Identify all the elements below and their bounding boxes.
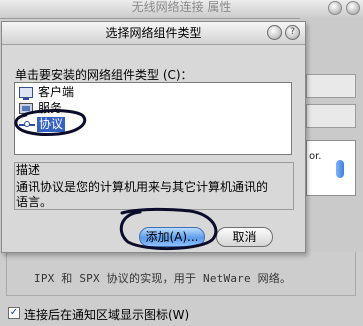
description-line: 语言。 bbox=[16, 195, 53, 209]
list-item-client[interactable]: 客户端 bbox=[19, 85, 76, 100]
description-line: 通讯协议是您的计算机用来与其它计算机通讯的 bbox=[16, 180, 269, 194]
component-type-list[interactable]: 客户端 服务 协议 bbox=[14, 82, 292, 155]
list-item-service[interactable]: 服务 bbox=[19, 101, 64, 116]
service-icon bbox=[19, 103, 33, 114]
select-component-type-dialog: 选择网络组件类型 ? 单击要安装的网络组件类型 (C)： 客户端 服务 协议 描… bbox=[1, 21, 306, 253]
description-label: 描述 bbox=[16, 163, 41, 177]
background-help-icon[interactable] bbox=[346, 1, 360, 15]
dialog-help-icon[interactable]: ? bbox=[285, 25, 300, 40]
list-item-label: 协议 bbox=[37, 117, 66, 132]
dialog-close-icon[interactable] bbox=[267, 25, 282, 40]
background-list-fragment: or. bbox=[309, 151, 322, 162]
background-scrollbar-thumb[interactable] bbox=[336, 160, 344, 178]
component-type-prompt: 单击要安装的网络组件类型 (C)： bbox=[15, 68, 193, 82]
list-item-label: 服务 bbox=[38, 101, 63, 115]
list-item-label: 客户端 bbox=[38, 85, 75, 99]
description-text: 通讯协议是您的计算机用来与其它计算机通讯的 语言。 bbox=[16, 180, 296, 210]
background-window-title: 无线网络连接 属性 bbox=[131, 0, 232, 14]
protocol-icon bbox=[19, 120, 35, 130]
notify-icon-checkbox-label[interactable]: 连接后在通知区域显示图标(W) bbox=[24, 306, 189, 323]
background-properties-button[interactable] bbox=[306, 104, 356, 128]
list-item-protocol[interactable]: 协议 bbox=[19, 117, 66, 132]
dialog-title: 选择网络组件类型 bbox=[105, 26, 202, 40]
background-close-icon[interactable] bbox=[328, 1, 342, 15]
add-button[interactable]: 添加(A)... bbox=[139, 227, 205, 247]
background-window-titlebar: 无线网络连接 属性 bbox=[0, 0, 363, 19]
background-configure-button[interactable] bbox=[306, 74, 356, 98]
client-icon bbox=[19, 87, 33, 100]
background-component-list[interactable]: or. bbox=[306, 140, 356, 196]
cancel-button[interactable]: 取消 bbox=[216, 227, 273, 247]
background-description-text: IPX 和 SPX 协议的实现，用于 NetWare 网络。 bbox=[34, 272, 292, 285]
notify-icon-checkbox[interactable]: ✓ bbox=[8, 307, 20, 319]
dialog-titlebar: 选择网络组件类型 ? bbox=[2, 22, 305, 45]
